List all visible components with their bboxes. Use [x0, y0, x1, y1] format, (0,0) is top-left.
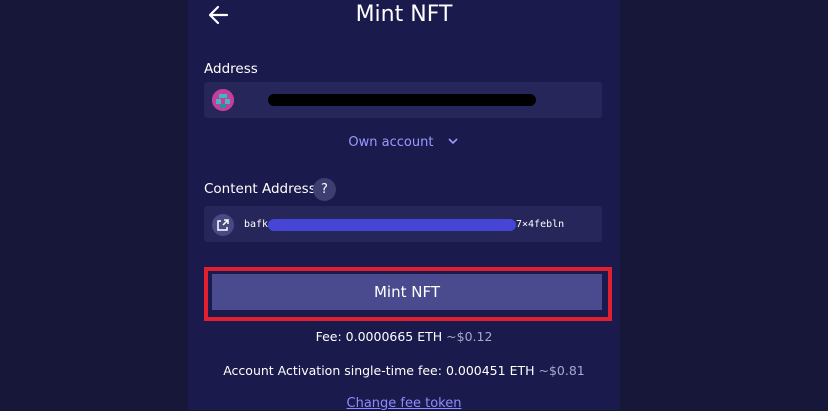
content-address-label: Content Address [204, 181, 316, 197]
content-address-prefix: bafk [244, 219, 269, 230]
chevron-down-icon [448, 138, 458, 145]
activation-fee-unit: ETH [509, 363, 535, 378]
page-title: Mint NFT [355, 2, 453, 27]
address-field[interactable] [204, 82, 602, 118]
fee-unit: ETH [417, 329, 443, 344]
activation-fee-line: Account Activation single-time fee: 0.00… [188, 363, 620, 379]
fee-line: Fee: 0.0000665 ETH ~$0.12 [188, 329, 620, 345]
external-link-icon[interactable] [212, 214, 234, 236]
help-icon[interactable]: ? [313, 178, 336, 201]
address-redacted-value [268, 94, 536, 106]
address-label: Address [204, 61, 258, 77]
activation-fee-label: Account Activation single-time fee: [223, 363, 442, 378]
fee-amount: 0.0000665 [345, 329, 414, 344]
content-address-suffix: 7×4febln [516, 219, 565, 230]
activation-fee-usd: ~$0.81 [538, 363, 585, 378]
avatar-icon [212, 89, 234, 111]
fee-label: Fee: [315, 329, 342, 344]
change-fee-token-link[interactable]: Change fee token [188, 396, 620, 411]
fee-usd: ~$0.12 [446, 329, 493, 344]
own-account-label: Own account [348, 135, 434, 150]
activation-fee-amount: 0.000451 [445, 363, 506, 378]
own-account-selector[interactable]: Own account [188, 135, 620, 151]
content-address-field[interactable]: bafk 7×4febln [204, 206, 602, 242]
content-address-redacted [268, 219, 516, 231]
mint-nft-button[interactable]: Mint NFT [212, 274, 602, 310]
